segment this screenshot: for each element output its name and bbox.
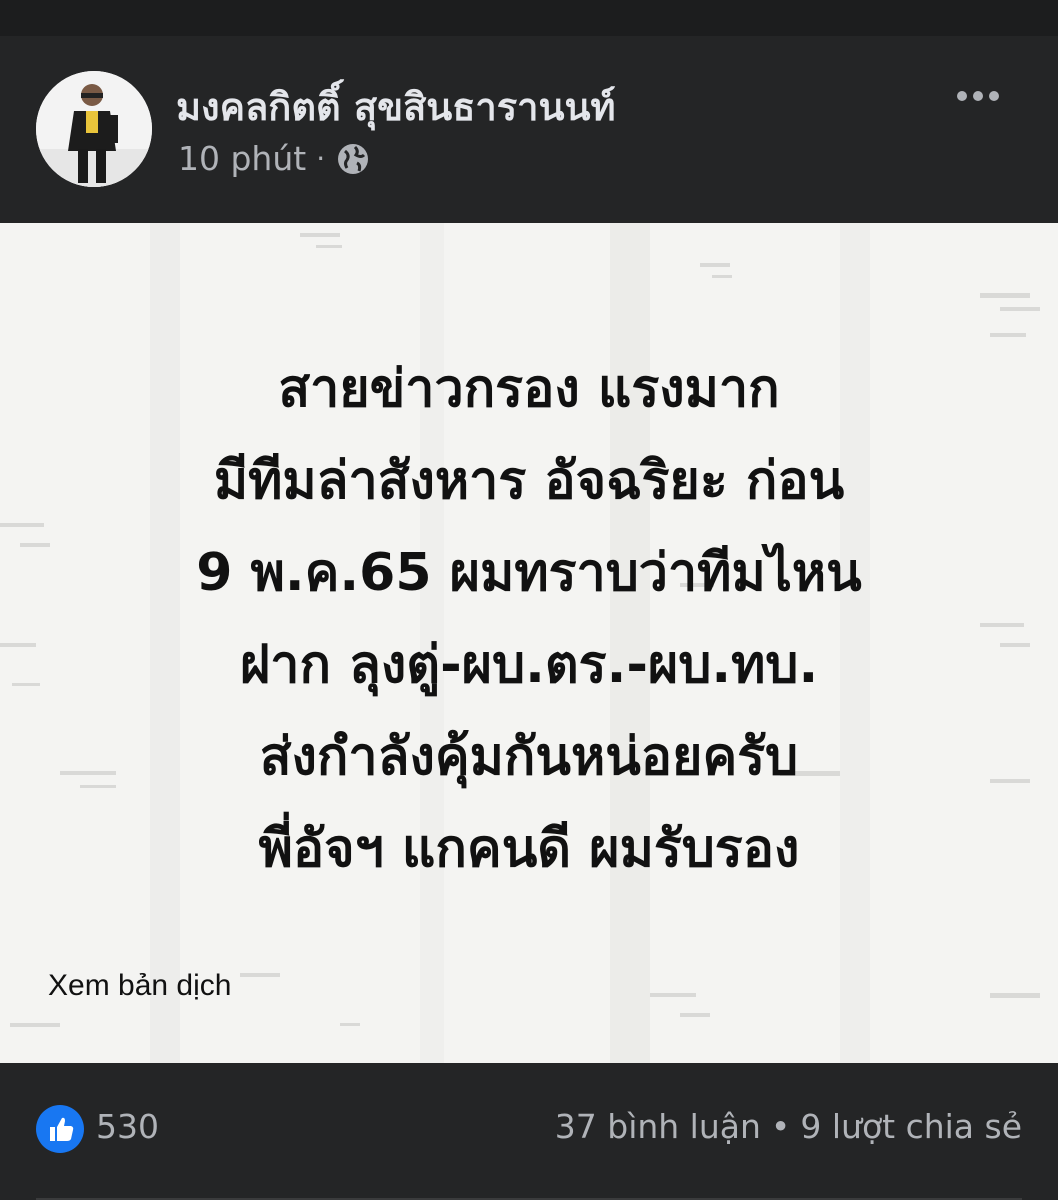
post-timestamp[interactable]: 10 phút	[178, 139, 306, 178]
meta-separator: ·	[316, 142, 326, 175]
more-options-icon[interactable]	[944, 78, 1012, 114]
post-footer: 530 37 bình luận • 9 lượt chia sẻ	[0, 1063, 1058, 1200]
image-text-line: ฝาก ลุงตู่-ผบ.ตร.-ผบ.ทบ.	[239, 635, 819, 695]
see-translation-link[interactable]: Xem bản dịch	[48, 969, 231, 1003]
like-count[interactable]: 530	[96, 1107, 159, 1146]
post-meta: 10 phút ·	[178, 139, 371, 178]
author-name[interactable]: มงคลกิตติ์ สุขสินธารานนท์	[176, 76, 616, 137]
comments-count[interactable]: 37 bình luận	[555, 1107, 761, 1146]
post-image: สายข่าวกรอง แรงมาก มีทีมล่าสังหาร อัจฉริ…	[0, 223, 1058, 1063]
stats-separator: •	[770, 1107, 791, 1146]
image-text-line: 9 พ.ค.65 ผมทราบว่าทีมไหน	[196, 543, 862, 603]
image-text-line: ส่งกำลังคุ้มกันหน่อยครับ	[259, 727, 799, 787]
post-header: มงคลกิตติ์ สุขสินธารานนท์ 10 phút ·	[0, 36, 1058, 223]
status-strip	[0, 0, 1058, 36]
avatar-photo	[36, 71, 152, 187]
image-text-line: มีทีมล่าสังหาร อัจฉริยะ ก่อน	[213, 451, 845, 511]
like-thumb-icon[interactable]	[36, 1105, 84, 1153]
image-text-line: สายข่าวกรอง แรงมาก	[278, 359, 780, 419]
shares-count[interactable]: 9 lượt chia sẻ	[800, 1107, 1022, 1146]
image-text-line: พี่อัจฯ แกคนดี ผมรับรอง	[258, 819, 800, 879]
image-text: สายข่าวกรอง แรงมาก มีทีมล่าสังหาร อัจฉริ…	[0, 343, 1058, 895]
author-avatar[interactable]	[36, 71, 152, 187]
engagement-stats: 37 bình luận • 9 lượt chia sẻ	[555, 1107, 1022, 1146]
globe-icon	[335, 141, 371, 177]
